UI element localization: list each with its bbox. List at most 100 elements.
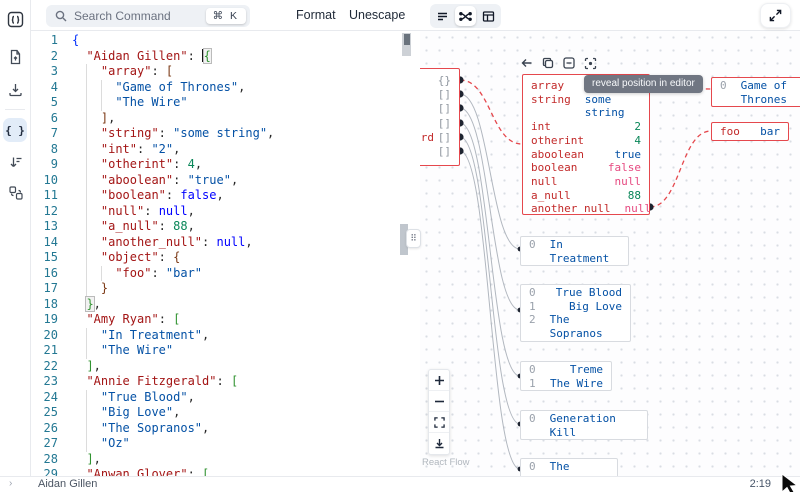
node-row: nullnull — [523, 175, 649, 189]
download-icon[interactable] — [0, 77, 31, 101]
line-number: 20 — [31, 328, 58, 344]
graph-canvas[interactable]: {}[][][]rd[][]array[]stringsome stringin… — [420, 31, 800, 476]
back-arrow-icon[interactable] — [521, 57, 533, 69]
code-line[interactable]: 25 "Big Love", — [31, 405, 420, 421]
code-line[interactable]: 5 "The Wire" — [31, 95, 420, 111]
node-row: [] — [420, 117, 459, 131]
fit-view-button[interactable] — [429, 412, 449, 433]
node-row: 0True Blood — [521, 286, 630, 300]
node-row: another_nullnull — [523, 202, 649, 215]
topbar: Search Command ⌘ K Format Unescape — [31, 0, 800, 31]
code-line[interactable]: 28 ], — [31, 452, 420, 468]
table-view-icon — [482, 10, 495, 23]
code-line[interactable]: 11 "boolean": false, — [31, 188, 420, 204]
line-number: 15 — [31, 250, 58, 266]
code-line[interactable]: 15 "object": { — [31, 250, 420, 266]
minus-icon — [434, 396, 445, 407]
code-line[interactable]: 24 "True Blood", — [31, 390, 420, 406]
left-sidebar: { } — [0, 0, 31, 476]
search-placeholder: Search Command — [74, 9, 206, 23]
code-line[interactable]: 14 "another_null": null, — [31, 235, 420, 251]
code-line[interactable]: 7 "string": "some string", — [31, 126, 420, 142]
import-file-icon[interactable] — [0, 45, 31, 69]
node-row: foobar — [712, 124, 788, 140]
code-line[interactable]: 12 "null": null, — [31, 204, 420, 220]
download-image-button[interactable] — [429, 433, 449, 454]
code-line[interactable]: 1{ — [31, 33, 420, 49]
code-line[interactable]: 13 "a_null": 88, — [31, 219, 420, 235]
node-row: a_null88 — [523, 189, 649, 203]
code-line[interactable]: 2 "Aidan Gillen": { — [31, 49, 420, 65]
line-number: 4 — [31, 80, 58, 96]
line-number: 2 — [31, 49, 58, 65]
node-row: booleanfalse — [523, 161, 649, 175]
graph-node-clarke[interactable]: 0The Corner — [520, 458, 618, 476]
code-line[interactable]: 27 "Oz" — [31, 436, 420, 452]
line-number: 19 — [31, 312, 58, 328]
code-editor[interactable]: 1{2 "Aidan Gillen": {3 "array": [4 "Game… — [31, 31, 420, 476]
line-number: 24 — [31, 390, 58, 406]
code-line[interactable]: 29 "Anwan Glover": [ — [31, 467, 420, 476]
node-row: 2The Sopranos — [521, 313, 630, 340]
text-view-button[interactable] — [432, 6, 453, 26]
timer-label: 2:19 — [750, 478, 771, 490]
node-row: 1The Wire — [712, 106, 800, 107]
code-line[interactable]: 26 "The Sopranos", — [31, 421, 420, 437]
line-number: 10 — [31, 173, 58, 189]
code-line[interactable]: 4 "Game of Thrones", — [31, 80, 420, 96]
node-row: 3Oz — [521, 340, 630, 342]
node-row: 1Big Love — [521, 300, 630, 314]
code-line[interactable]: 21 "The Wire" — [31, 343, 420, 359]
focus-target-icon[interactable] — [584, 57, 597, 70]
app-logo-icon[interactable] — [0, 7, 31, 31]
node-row: otherint4 — [523, 134, 649, 148]
node-row: {} — [420, 74, 459, 88]
code-line[interactable]: 6 ], — [31, 111, 420, 127]
graph-node-aidan-array[interactable]: 0Game of Thrones1The Wire — [711, 77, 800, 107]
zoom-out-button[interactable] — [429, 391, 449, 412]
code-line[interactable]: 3 "array": [ — [31, 64, 420, 80]
json-editor-icon[interactable]: { } — [3, 118, 27, 142]
code-line[interactable]: 10 "aboolean": "true", — [31, 173, 420, 189]
graph-node-alexander[interactable]: 0Generation Kill1True Blood — [520, 410, 648, 440]
code-line[interactable]: 18 }, — [31, 297, 420, 313]
format-button[interactable]: Format — [296, 0, 336, 31]
breadcrumb-chevron-icon[interactable]: › — [9, 478, 12, 489]
code-line[interactable]: 8 "int": "2", — [31, 142, 420, 158]
line-number: 17 — [31, 281, 58, 297]
code-line[interactable]: 22 ], — [31, 359, 420, 375]
line-number: 23 — [31, 374, 58, 390]
collapse-minus-icon[interactable] — [563, 57, 575, 69]
graph-node-amy-ryan[interactable]: 0In Treatment1The Wire — [520, 236, 629, 266]
graph-view-button[interactable] — [455, 6, 476, 26]
unescape-button[interactable]: Unescape — [349, 0, 405, 31]
graph-node-root[interactable]: {}[][][]rd[][] — [420, 68, 460, 166]
panel-resize-grip[interactable]: ⠿ — [406, 229, 421, 248]
graph-view-icon — [459, 10, 472, 23]
compare-documents-icon[interactable] — [0, 181, 31, 205]
node-row: [] — [420, 145, 459, 159]
code-line[interactable]: 17 } — [31, 281, 420, 297]
statusbar: › Aidan Gillen 2:19 — [0, 476, 800, 492]
download-image-icon — [434, 438, 445, 449]
copy-icon[interactable] — [542, 57, 554, 69]
table-view-button[interactable] — [478, 6, 499, 26]
code-line[interactable]: 9 "otherint": 4, — [31, 157, 420, 173]
graph-node-annie-fitzgerald[interactable]: 0True Blood1Big Love2The Sopranos3Oz — [520, 284, 631, 342]
code-line[interactable]: 20 "In Treatment", — [31, 328, 420, 344]
fullscreen-button[interactable] — [760, 3, 791, 28]
line-number: 8 — [31, 142, 58, 158]
code-line[interactable]: 16 "foo": "bar" — [31, 266, 420, 282]
code-lines: 1{2 "Aidan Gillen": {3 "array": [4 "Game… — [31, 33, 420, 476]
graph-node-aidan-gillen[interactable]: array[]stringsome stringint2otherint4abo… — [522, 74, 650, 215]
code-line[interactable]: 19 "Amy Ryan": [ — [31, 312, 420, 328]
node-row: 0In Treatment — [521, 238, 628, 265]
search-command-input[interactable]: Search Command ⌘ K — [46, 5, 250, 27]
node-row: 0Game of Thrones — [712, 79, 800, 106]
code-line[interactable]: 23 "Annie Fitzgerald": [ — [31, 374, 420, 390]
zoom-in-button[interactable] — [429, 370, 449, 391]
line-number: 22 — [31, 359, 58, 375]
graph-node-anwan-glover[interactable]: 0Treme1The Wire — [520, 361, 612, 391]
apply-transform-icon[interactable] — [0, 150, 31, 174]
graph-node-aidan-object[interactable]: foobar — [711, 122, 789, 141]
